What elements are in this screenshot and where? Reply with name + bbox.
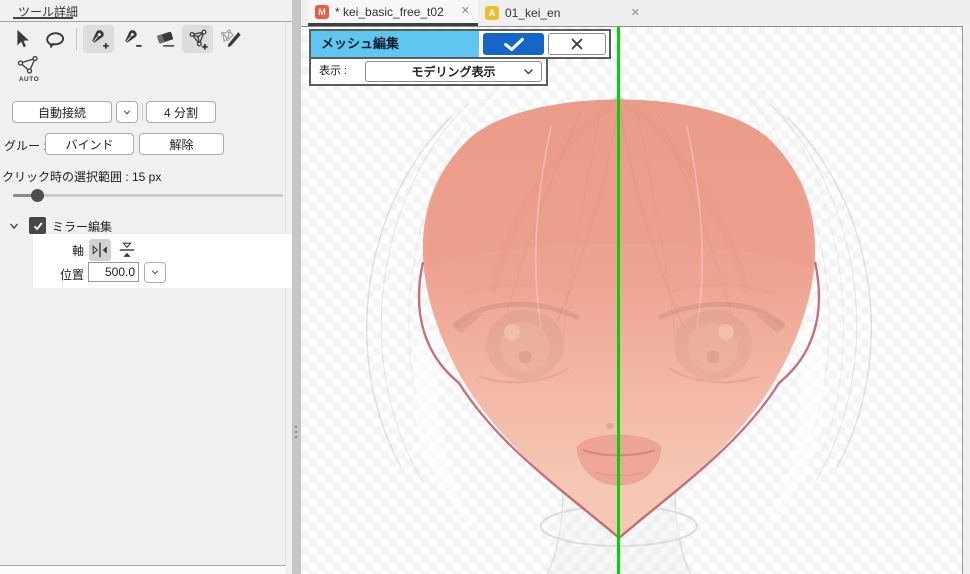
close-tab-icon[interactable]: ✕	[631, 8, 640, 19]
character-face-artwork	[301, 27, 963, 574]
flip-vertical-icon	[117, 240, 137, 260]
add-point-pen-button[interactable]	[83, 25, 114, 53]
divide-4-button[interactable]: 4 分割	[146, 101, 216, 123]
glue-release-button[interactable]: 解除	[139, 133, 224, 155]
chevron-down-icon	[523, 68, 534, 76]
glue-label: グルー :	[4, 137, 47, 154]
model-file-icon: M	[315, 5, 329, 19]
selection-range-slider-track[interactable]	[13, 194, 283, 197]
chevron-down-icon	[8, 220, 20, 232]
lasso-tool-button[interactable]	[39, 25, 70, 53]
document-tab-bar: M * kei_basic_free_t02 ✕ A 01_kei_en ✕	[301, 0, 970, 26]
mirror-position-input[interactable]	[88, 262, 139, 282]
mirror-position-dropdown-button[interactable]	[144, 262, 166, 283]
app-window: ツール詳細	[0, 0, 970, 574]
active-tab-underline	[13, 17, 73, 19]
axis-label: 軸	[57, 242, 84, 259]
mesh-add-icon	[187, 28, 209, 50]
display-mode-dropdown[interactable]: モデリング表示	[365, 61, 542, 82]
auto-label: AUTO	[8, 76, 50, 83]
document-tab-label: 01_kei_en	[505, 6, 560, 20]
glue-bind-button[interactable]: バインド	[45, 133, 134, 155]
check-icon	[503, 37, 525, 52]
auto-connect-button[interactable]: 自動接続	[12, 101, 112, 123]
document-tab-animation[interactable]: A 01_kei_en ✕	[478, 0, 648, 26]
cancel-mesh-edit-button[interactable]	[548, 33, 606, 55]
mesh-pen-icon	[220, 28, 242, 50]
display-mode-value: モデリング表示	[411, 63, 495, 80]
panel-bottom-strip	[0, 566, 286, 574]
pen-add-icon	[88, 28, 110, 50]
mirror-axis-vertical-button[interactable]	[116, 239, 138, 261]
panel-separator	[0, 21, 292, 22]
button-divider	[142, 103, 143, 121]
mirror-edit-checkbox[interactable]	[29, 217, 46, 234]
close-icon	[570, 37, 584, 51]
selection-range-slider-handle[interactable]	[31, 189, 44, 202]
panel-inner-border	[285, 22, 286, 565]
document-tab-model[interactable]: M * kei_basic_free_t02 ✕	[308, 0, 478, 26]
selection-range-label: クリック時の選択範囲 : 15 px	[2, 168, 161, 185]
panel-splitter[interactable]	[292, 0, 301, 574]
auto-mesh-tool-button[interactable]: AUTO	[8, 55, 50, 83]
display-label: 表示 :	[319, 59, 347, 84]
remove-point-pen-button[interactable]	[116, 25, 147, 53]
add-mesh-vertex-button[interactable]	[182, 25, 213, 53]
chevron-down-icon	[123, 109, 131, 116]
toolbar-divider	[76, 28, 77, 50]
position-label: 位置	[57, 266, 84, 283]
lasso-icon	[44, 28, 66, 50]
pen-remove-icon	[121, 28, 143, 50]
mirror-axis-line	[617, 27, 620, 574]
mesh-edit-panel: メッシュ編集 表示 : モデリング表示	[309, 29, 611, 86]
tool-detail-panel: ツール詳細	[0, 0, 292, 574]
auto-connect-dropdown-button[interactable]	[116, 101, 138, 123]
eraser-tool-button[interactable]	[149, 25, 180, 53]
document-tab-label: * kei_basic_free_t02	[335, 5, 444, 19]
mirror-section-collapse-button[interactable]	[8, 220, 20, 235]
model-viewport[interactable]: メッシュ編集 表示 : モデリング表示	[301, 26, 963, 574]
canvas-region: M * kei_basic_free_t02 ✕ A 01_kei_en ✕	[301, 0, 970, 574]
display-mode-row: 表示 : モデリング表示	[309, 59, 548, 86]
splitter-grip-icon	[295, 426, 297, 428]
mesh-edit-title: メッシュ編集	[311, 31, 479, 57]
mesh-stroke-pen-button[interactable]	[215, 25, 246, 53]
chevron-down-icon	[151, 269, 159, 276]
flip-horizontal-icon	[90, 240, 110, 260]
right-gutter	[963, 26, 970, 574]
auto-mesh-icon	[16, 55, 42, 74]
check-icon	[32, 220, 44, 232]
close-tab-icon[interactable]: ✕	[461, 6, 470, 17]
animation-file-icon: A	[485, 6, 499, 20]
mirror-axis-horizontal-button[interactable]	[89, 239, 111, 261]
confirm-mesh-edit-button[interactable]	[483, 33, 544, 55]
eraser-icon	[154, 28, 176, 50]
mirror-edit-label: ミラー編集	[52, 218, 112, 235]
arrow-cursor-icon	[11, 28, 33, 50]
mesh-edit-header: メッシュ編集	[309, 29, 611, 59]
arrow-tool-button[interactable]	[6, 25, 37, 53]
mesh-toolbar	[5, 25, 247, 53]
